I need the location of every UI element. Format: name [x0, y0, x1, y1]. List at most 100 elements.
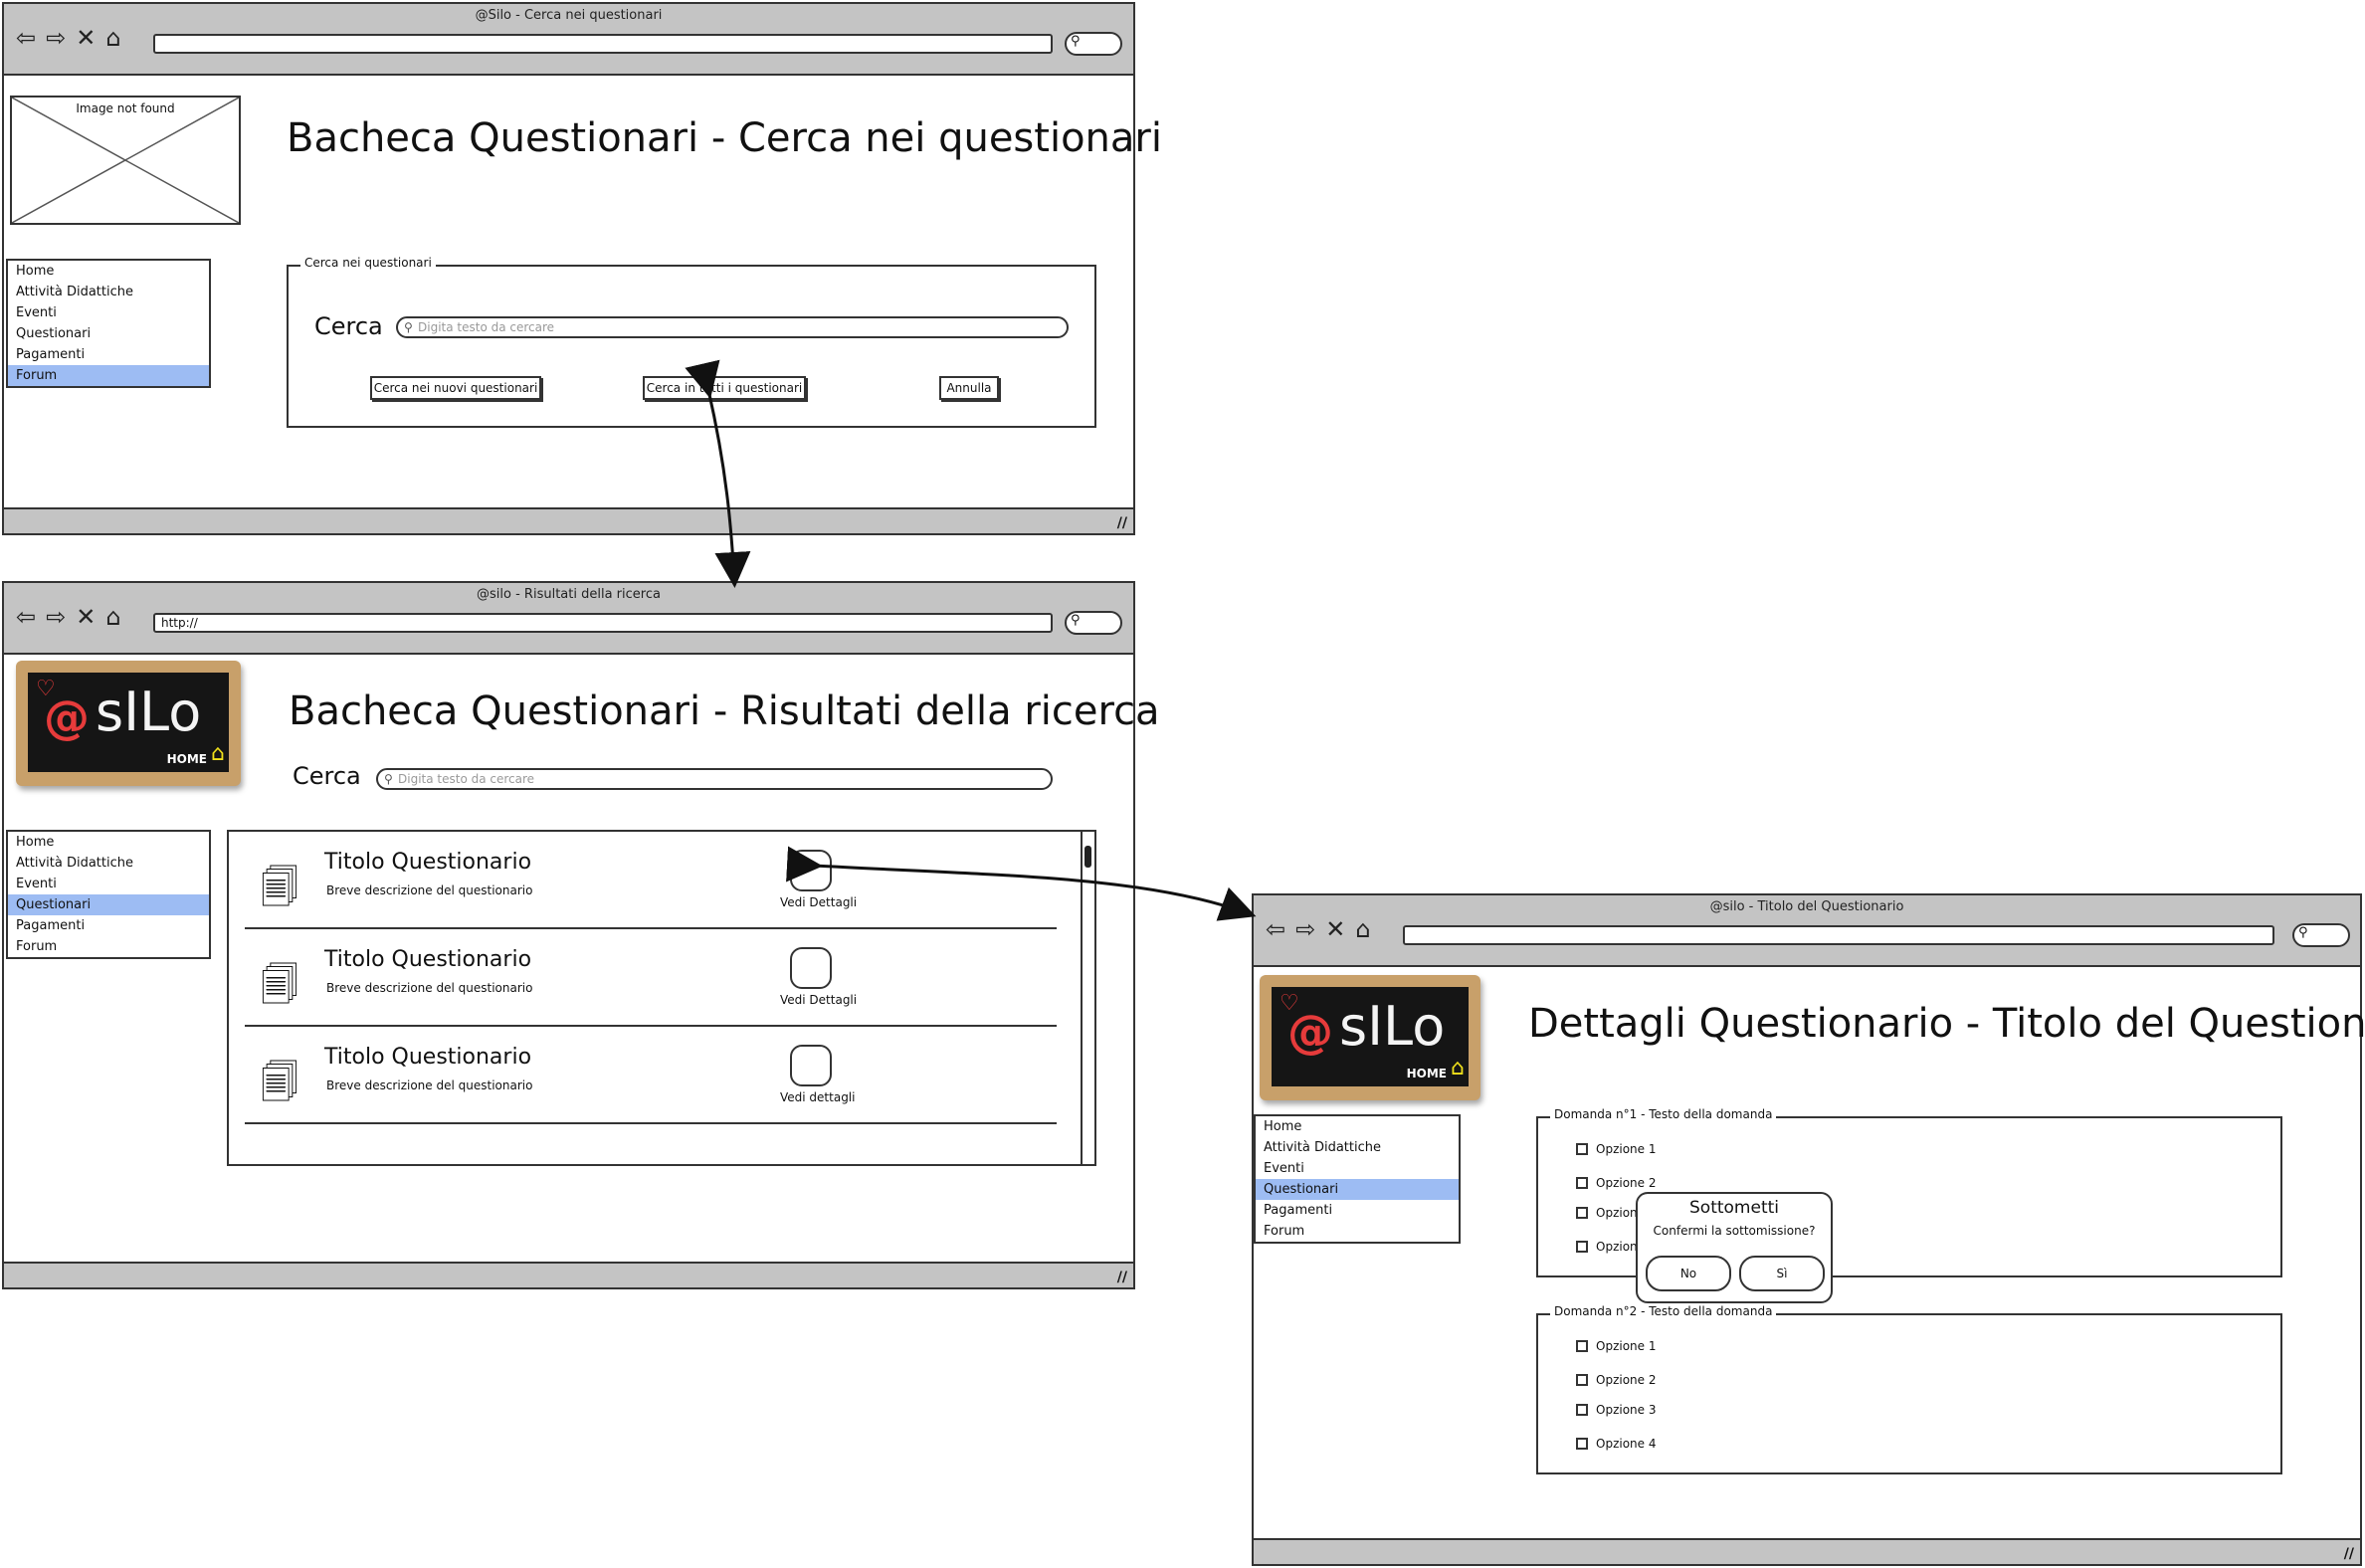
search-new-button[interactable]: Cerca nei nuovi questionari	[370, 376, 541, 400]
forward-icon[interactable]: ⇨	[1295, 915, 1315, 943]
browser-titlebar: @silo - Risultati della ricerca ⇦ ⇨ ✕ ⌂ …	[4, 583, 1133, 655]
home-icon[interactable]: ⌂	[105, 603, 120, 631]
browser-search-box[interactable]: ⚲	[1065, 32, 1122, 56]
search-all-button[interactable]: Cerca in tutti i questionari	[643, 376, 806, 400]
browser-titlebar: @Silo - Cerca nei questionari ⇦ ⇨ ✕ ⌂ ⚲	[4, 4, 1133, 76]
resize-grip-icon[interactable]: //	[1117, 515, 1127, 531]
browser-nav: ⇦ ⇨ ✕ ⌂	[16, 24, 121, 52]
menu-item-eventi[interactable]: Eventi	[8, 874, 209, 894]
menu-item-pagamenti[interactable]: Pagamenti	[8, 344, 209, 365]
status-bar: //	[4, 507, 1133, 533]
menu-item-home[interactable]: Home	[8, 261, 209, 282]
option-checkbox[interactable]: Opzione 2	[1576, 1176, 1656, 1190]
option-checkbox[interactable]: Opzione 4	[1576, 1437, 1656, 1451]
forward-icon[interactable]: ⇨	[46, 603, 66, 631]
page-title: Bacheca Questionari - Cerca nei question…	[287, 115, 1162, 161]
forward-icon[interactable]: ⇨	[46, 24, 66, 52]
resize-grip-icon[interactable]: //	[2344, 1546, 2354, 1562]
option-label: Opzione 4	[1596, 1437, 1657, 1451]
window-title: @silo - Titolo del Questionario	[1709, 899, 1904, 914]
page-title: Dettagli Questionario - Titolo del Quest…	[1528, 1001, 2365, 1047]
results-list: 🗐 Titolo Questionario Breve descrizione …	[227, 830, 1096, 1166]
dialog-title: Sottometti	[1689, 1198, 1779, 1218]
menu-item-pagamenti[interactable]: Pagamenti	[8, 915, 209, 936]
option-checkbox[interactable]: Opzion	[1576, 1206, 1638, 1220]
menu-item-eventi[interactable]: Eventi	[8, 302, 209, 323]
submit-dialog: Sottometti Confermi la sottomissione? No…	[1636, 1192, 1833, 1303]
back-icon[interactable]: ⇦	[1266, 915, 1285, 943]
menu-item-home[interactable]: Home	[1256, 1116, 1459, 1137]
fieldset-legend: Cerca nei questionari	[300, 256, 436, 270]
menu-item-pagamenti[interactable]: Pagamenti	[1256, 1200, 1459, 1221]
result-title: Titolo Questionario	[324, 850, 532, 875]
result-item: 🗐 Titolo Questionario Breve descrizione …	[245, 832, 1057, 929]
search-input[interactable]: ⚲ Digita testo da cercare	[376, 768, 1053, 790]
address-bar[interactable]: http://	[153, 613, 1053, 633]
checkbox-icon[interactable]	[1576, 1404, 1588, 1416]
option-label: Opzion	[1596, 1206, 1638, 1220]
result-item: 🗐 Titolo Questionario Breve descrizione …	[245, 1027, 1057, 1124]
menu-item-home[interactable]: Home	[8, 832, 209, 853]
logo-home-text: HOME	[1406, 1067, 1447, 1080]
option-checkbox[interactable]: Opzione 1	[1576, 1339, 1656, 1353]
home-icon[interactable]: ⌂	[1355, 915, 1370, 943]
menu-item-questionari[interactable]: Questionari	[1256, 1179, 1459, 1200]
checkbox-icon[interactable]	[1576, 1241, 1588, 1253]
back-icon[interactable]: ⇦	[16, 24, 36, 52]
option-checkbox[interactable]: Opzion	[1576, 1240, 1638, 1254]
question-2-legend: Domanda n°2 - Testo della domanda	[1550, 1304, 1777, 1318]
menu-item-forum[interactable]: Forum	[8, 365, 209, 386]
checkbox-icon[interactable]	[1576, 1438, 1588, 1450]
menu-item-forum[interactable]: Forum	[8, 936, 209, 957]
home-icon[interactable]: ⌂	[105, 24, 120, 52]
menu-item-questionari[interactable]: Questionari	[8, 323, 209, 344]
scrollbar-thumb[interactable]	[1084, 846, 1091, 868]
logo-letters: sILo	[96, 681, 202, 743]
checkbox-icon[interactable]	[1576, 1207, 1588, 1219]
document-icon: 🗐	[261, 866, 298, 909]
scrollbar[interactable]	[1081, 832, 1094, 1164]
dialog-message: Confermi la sottomissione?	[1653, 1224, 1816, 1238]
side-menu: Home Attività Didattiche Eventi Question…	[6, 259, 211, 388]
browser-search-box[interactable]: ⚲	[1065, 611, 1122, 635]
browser-titlebar: @silo - Titolo del Questionario ⇦ ⇨ ✕ ⌂ …	[1254, 895, 2360, 967]
menu-item-questionari[interactable]: Questionari	[8, 894, 209, 915]
window-details: @silo - Titolo del Questionario ⇦ ⇨ ✕ ⌂ …	[1252, 893, 2365, 1566]
search-icon: ⚲	[404, 320, 413, 334]
back-icon[interactable]: ⇦	[16, 603, 36, 631]
search-input[interactable]: ⚲ Digita testo da cercare	[396, 316, 1069, 338]
address-bar[interactable]	[153, 34, 1053, 54]
browser-search-box[interactable]: ⚲	[2292, 923, 2350, 947]
details-button[interactable]	[790, 850, 832, 891]
resize-grip-icon[interactable]: //	[1117, 1270, 1127, 1285]
details-button[interactable]	[790, 947, 832, 989]
window-title: @Silo - Cerca nei questionari	[475, 8, 663, 23]
menu-item-attivita[interactable]: Attività Didattiche	[8, 853, 209, 874]
close-icon[interactable]: ✕	[76, 603, 96, 631]
checkbox-icon[interactable]	[1576, 1374, 1588, 1386]
side-menu: Home Attività Didattiche Eventi Question…	[1254, 1114, 1461, 1244]
menu-item-attivita[interactable]: Attività Didattiche	[8, 282, 209, 302]
checkbox-icon[interactable]	[1576, 1340, 1588, 1352]
close-icon[interactable]: ✕	[76, 24, 96, 52]
no-button[interactable]: No	[1646, 1256, 1731, 1291]
checkbox-icon[interactable]	[1576, 1143, 1588, 1155]
menu-item-eventi[interactable]: Eventi	[1256, 1158, 1459, 1179]
option-checkbox[interactable]: Opzione 3	[1576, 1403, 1656, 1417]
checkbox-icon[interactable]	[1576, 1177, 1588, 1189]
option-checkbox[interactable]: Opzione 1	[1576, 1142, 1656, 1156]
address-bar[interactable]	[1403, 925, 2274, 945]
search-placeholder: Digita testo da cercare	[418, 320, 555, 334]
option-checkbox[interactable]: Opzione 2	[1576, 1373, 1656, 1387]
result-title: Titolo Questionario	[324, 1045, 532, 1070]
details-button[interactable]	[790, 1045, 832, 1086]
menu-item-forum[interactable]: Forum	[1256, 1221, 1459, 1242]
option-label: Opzione 1	[1596, 1339, 1657, 1353]
menu-item-attivita[interactable]: Attività Didattiche	[1256, 1137, 1459, 1158]
house-icon: ⌂	[1451, 1056, 1465, 1080]
result-description: Breve descrizione del questionario	[326, 1078, 533, 1092]
yes-button[interactable]: Sì	[1739, 1256, 1825, 1291]
search-icon: ⚲	[1071, 613, 1081, 628]
cancel-button[interactable]: Annulla	[939, 376, 999, 400]
close-icon[interactable]: ✕	[1325, 915, 1345, 943]
